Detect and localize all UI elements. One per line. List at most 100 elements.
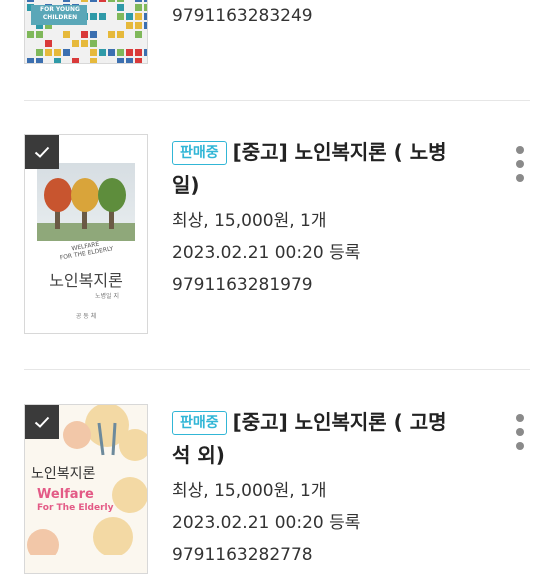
cover-title-en: WELFARE FOR THE ELDERLY (54, 238, 117, 263)
mosaic-tile (90, 0, 97, 2)
mosaic-tile (72, 58, 79, 63)
mosaic-tile (54, 49, 61, 56)
mosaic-tile (135, 13, 142, 20)
mosaic-tile (90, 58, 97, 63)
mosaic-tile (63, 0, 70, 2)
registered-date: 2023.02.21 00:20 등록 (172, 243, 361, 263)
more-options-button[interactable] (514, 414, 526, 456)
book-cover-image[interactable]: FOR YOUNG CHILDREN (24, 0, 148, 64)
mosaic-tile (63, 49, 70, 56)
mosaic-tile (135, 4, 142, 11)
mosaic-tile (135, 31, 142, 38)
mosaic-tile (90, 31, 97, 38)
mosaic-tile (126, 58, 133, 63)
mosaic-tile (117, 4, 124, 11)
status-badge: 판매중 (172, 141, 227, 165)
cover-art (37, 163, 135, 241)
mosaic-tile (108, 31, 115, 38)
mosaic-tile (36, 31, 43, 38)
cover-subtitle: FOR YOUNG CHILDREN (33, 6, 87, 22)
mosaic-tile (90, 13, 97, 20)
checkmark-icon (34, 146, 50, 158)
cover-title-en-1: Welfare (37, 487, 94, 502)
mosaic-tile (135, 49, 142, 56)
listing-title[interactable]: 판매중 [중고] 노인복지론 ( 노병일) (172, 136, 462, 202)
mosaic-tile (27, 31, 34, 38)
mosaic-tile (90, 40, 97, 47)
mosaic-tile (81, 40, 88, 47)
mosaic-tile (117, 58, 124, 63)
mosaic-tile (108, 58, 115, 63)
select-checkbox[interactable] (25, 405, 59, 439)
select-checkbox[interactable] (25, 135, 59, 169)
book-cover-image[interactable]: 노인복지론 Welfare For The Elderly (24, 404, 148, 574)
mosaic-tile (63, 58, 70, 63)
book-cover-image[interactable]: WELFARE FOR THE ELDERLY 노인복지론 노병일 지 공 동 … (24, 134, 148, 334)
mosaic-tile (45, 40, 52, 47)
mosaic-tile (36, 40, 43, 47)
mosaic-tile (144, 0, 147, 2)
mosaic-tile (135, 0, 142, 2)
mosaic-tile (45, 49, 52, 56)
mosaic-tile (144, 22, 147, 29)
mosaic-tile (126, 22, 133, 29)
cover-title-ko: 노인복지론 (49, 271, 123, 290)
mosaic-tile (144, 13, 147, 20)
mosaic-tile (108, 49, 115, 56)
mosaic-tile (135, 40, 142, 47)
mosaic-tile (135, 58, 142, 63)
status-badge: 판매중 (172, 411, 227, 435)
mosaic-tile (99, 0, 106, 2)
mosaic-tile (99, 58, 106, 63)
mosaic-tile (81, 0, 88, 2)
mosaic-tile (126, 4, 133, 11)
mosaic-tile (108, 0, 115, 2)
checkmark-icon (34, 416, 50, 428)
mosaic-tile (27, 58, 34, 63)
mosaic-tile (117, 13, 124, 20)
mosaic-tile (90, 4, 97, 11)
mosaic-tile (144, 49, 147, 56)
mosaic-tile (99, 49, 106, 56)
isbn: 9791163281979 (172, 275, 313, 295)
cover-title-en-2: For The Elderly (37, 503, 114, 513)
mosaic-tile (36, 58, 43, 63)
mosaic-tile (54, 58, 61, 63)
mosaic-tile (99, 13, 106, 20)
mosaic-tile (117, 0, 124, 2)
divider (24, 369, 530, 370)
mosaic-tile (90, 49, 97, 56)
mosaic-tile (135, 22, 142, 29)
price-condition: 최상, 15,000원, 1개 (172, 211, 327, 231)
cover-subtitle-line: FOR YOUNG (40, 6, 80, 13)
more-options-button[interactable] (514, 146, 526, 188)
divider (24, 100, 530, 101)
listing-info: 9791163283249 (172, 0, 462, 32)
more-vertical-icon (514, 146, 526, 182)
mosaic-tile (117, 49, 124, 56)
mosaic-tile (36, 49, 43, 56)
cover-title-ko: 노인복지론 (31, 466, 96, 482)
mosaic-tile (72, 40, 79, 47)
registered-date: 2023.02.21 00:20 등록 (172, 513, 361, 533)
price-condition: 최상, 15,000원, 1개 (172, 481, 327, 501)
mosaic-tile (126, 13, 133, 20)
listing-info: 판매중 [중고] 노인복지론 ( 고명석 외) 최상, 15,000원, 1개 2… (172, 406, 462, 571)
mosaic-tile (126, 49, 133, 56)
listing-info: 판매중 [중고] 노인복지론 ( 노병일) 최상, 15,000원, 1개 202… (172, 136, 462, 301)
mosaic-tile (117, 31, 124, 38)
mosaic-tile (144, 4, 147, 11)
tree-heads-illustration (37, 178, 135, 241)
cover-publisher: 공 동 체 (75, 313, 97, 320)
mosaic-tile (63, 31, 70, 38)
cover-subtitle-line: CHILDREN (42, 14, 78, 21)
mosaic-tile (27, 49, 34, 56)
mosaic-tile (81, 31, 88, 38)
isbn: 9791163283249 (172, 6, 313, 26)
mosaic-tile (27, 0, 34, 2)
more-vertical-icon (514, 414, 526, 450)
listing-title[interactable]: 판매중 [중고] 노인복지론 ( 고명석 외) (172, 406, 462, 472)
cover-author: 노병일 지 (95, 293, 119, 300)
isbn: 9791163282778 (172, 545, 313, 565)
mosaic-tile (54, 0, 61, 2)
